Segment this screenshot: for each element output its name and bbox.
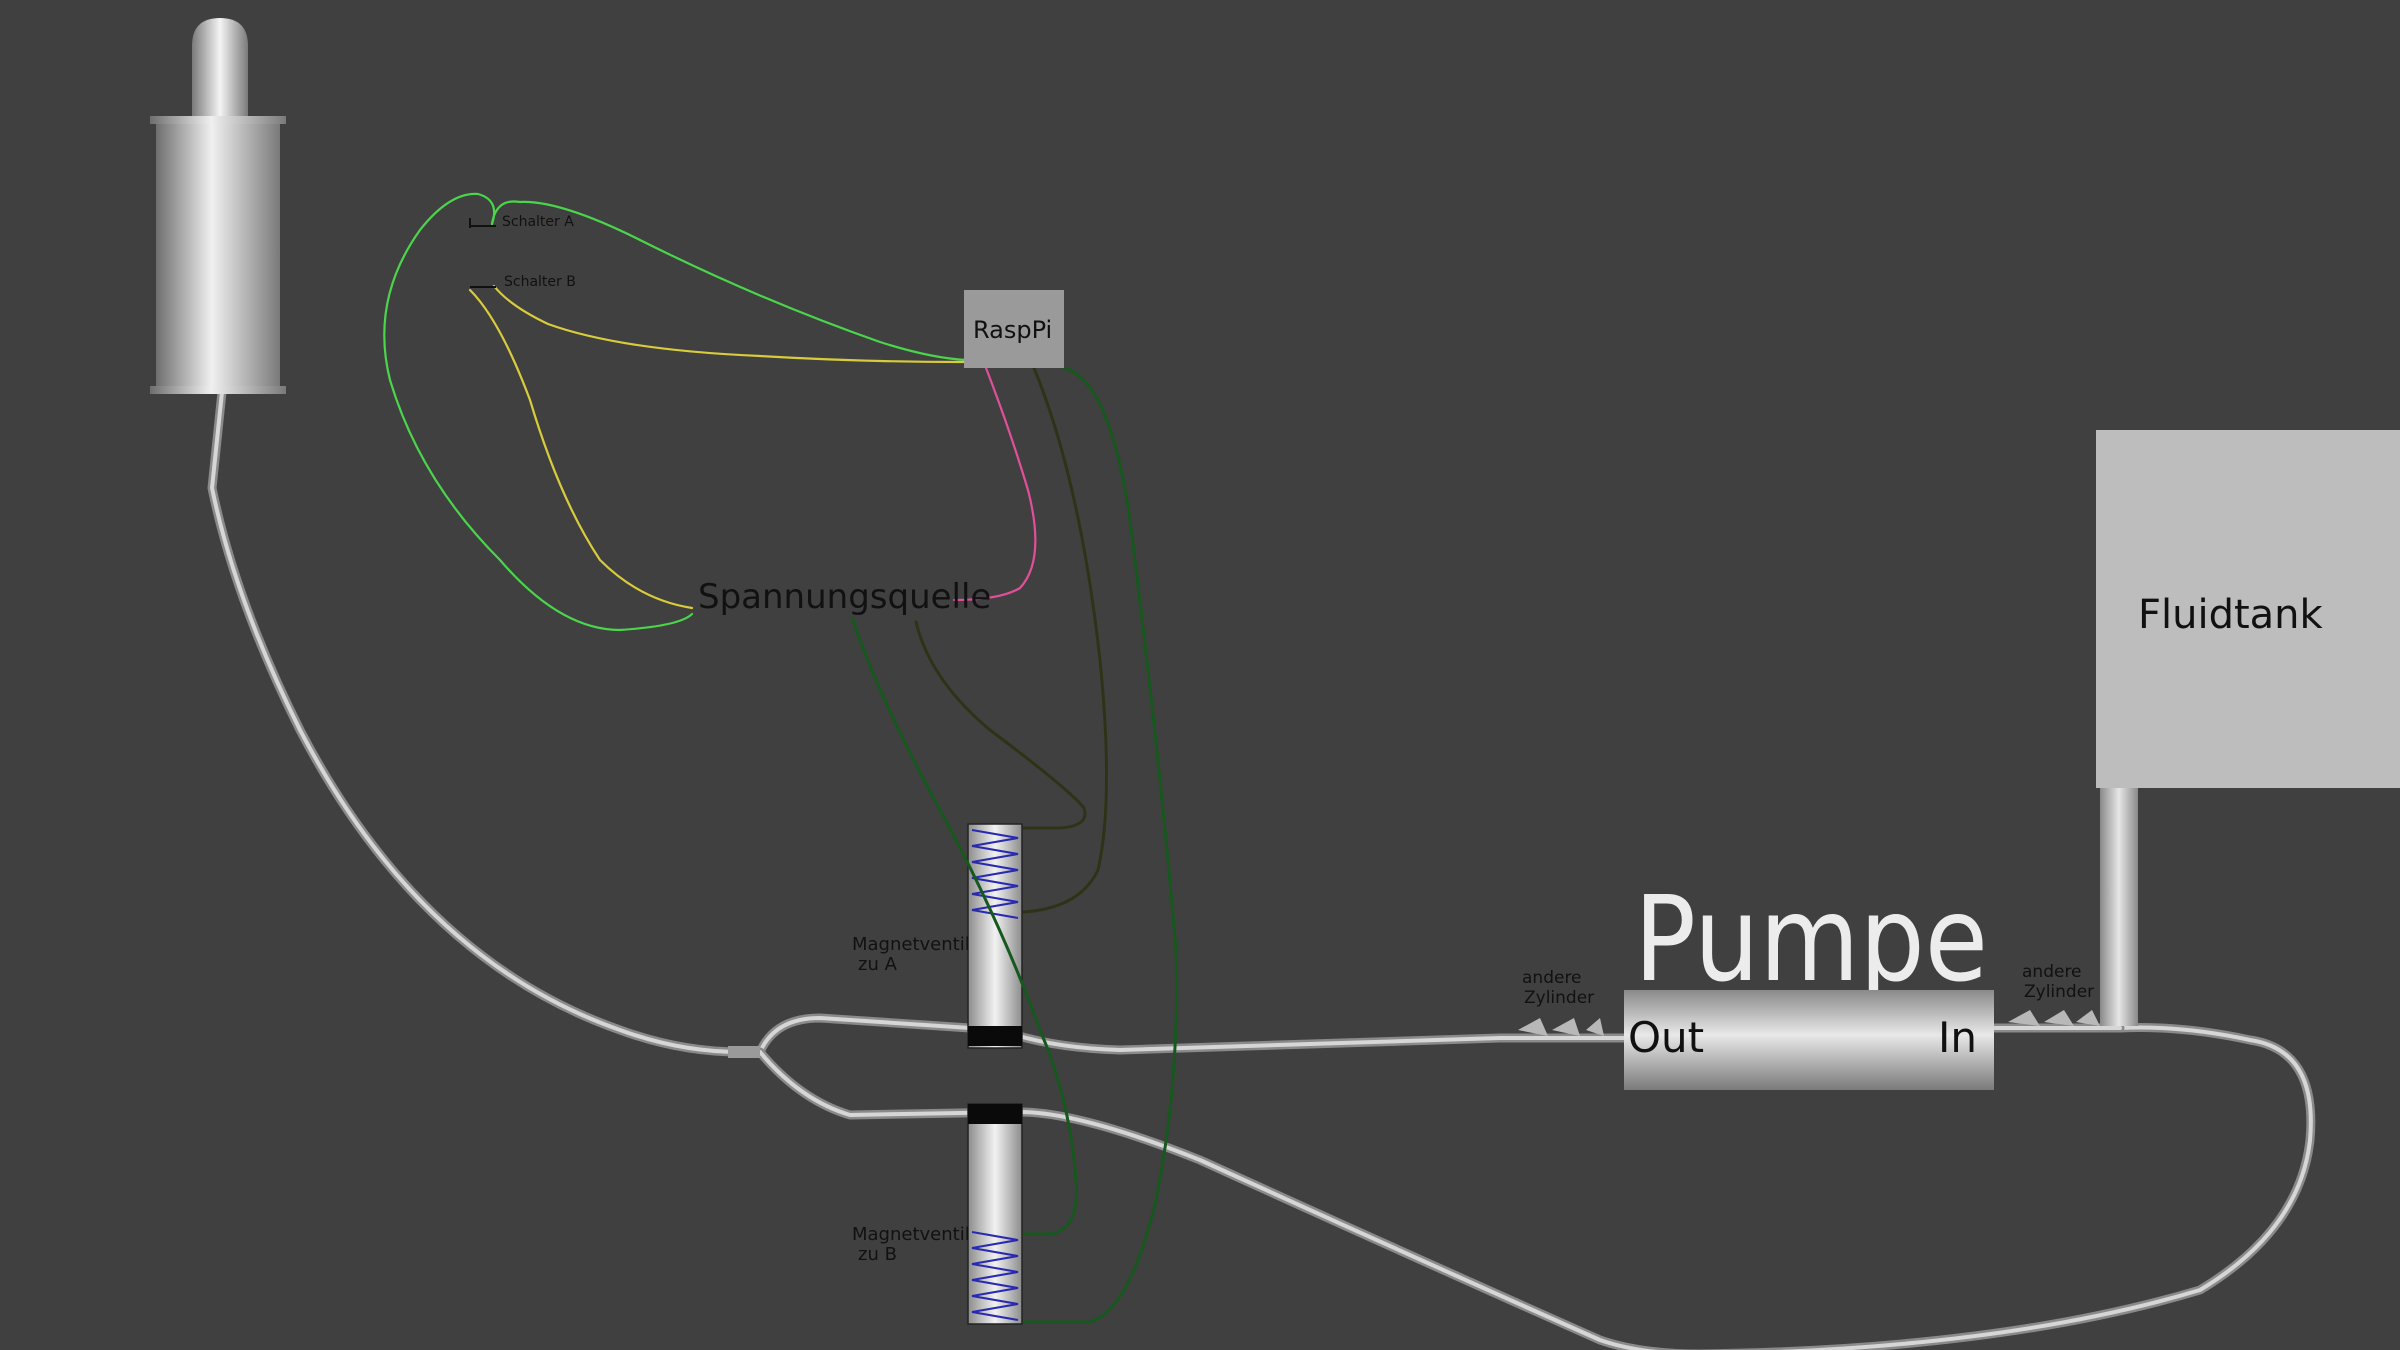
y-junction [728,1046,760,1058]
solenoid-valve-a [967,823,1023,1049]
switch-a-label: Schalter A [502,214,574,230]
valve-a-label-1: Magnetventil [852,934,970,955]
cylinder-top-flange [150,116,286,124]
other-cylinders-left-label-2: Zylinder [1524,988,1594,1008]
wire-olive-power-to-valve-a [914,620,1087,830]
other-cylinders-left-label-1: andere [1522,968,1582,988]
power-source-label: Spannungsquelle [698,577,991,617]
wire-yellow-switch-b-to-raspi [492,284,968,364]
valve-a-seal [968,1026,1022,1046]
valve-b-seal [968,1104,1022,1124]
valve-a-label-2: zu A [858,954,898,975]
connector-other-cylinders-left [1518,1018,1604,1036]
wire-green-switch-a-to-power [383,192,694,632]
switch-b-label: Schalter B [504,274,576,290]
wire-darkgreen-raspi-to-valve-b [1022,366,1179,1324]
cylinder-bottom-flange [150,386,286,394]
cylinder-piston-rod [192,18,248,120]
other-cylinders-right-label-1: andere [2022,962,2082,982]
raspi-module: RaspPi [964,290,1064,368]
pump-in-label: In [1938,1013,1977,1062]
wire-olive-raspi-to-valve-a [1022,366,1109,914]
wire-pink-raspi-to-power [952,366,1037,602]
other-cylinders-right-label-2: Zylinder [2024,982,2094,1002]
raspi-label: RaspPi [973,316,1052,344]
switch-b: Schalter B [470,274,576,290]
hydraulic-cylinder [150,18,286,394]
hydraulic-tubes [207,387,2316,1350]
solenoid-valve-b [967,1103,1023,1325]
valve-b-label-1: Magnetventil [852,1224,970,1245]
pump-title: Pumpe [1634,870,1988,1008]
wire-yellow-switch-b-to-power [468,288,694,610]
valve-b-label-2: zu B [858,1244,897,1265]
switch-a: Schalter A [469,214,574,230]
fluid-tank-label: Fluidtank [2138,592,2324,638]
pump: Pumpe Out In [1624,870,1994,1090]
fluid-tank: Fluidtank [2096,430,2400,788]
cylinder-body [156,124,280,386]
tank-outlet-pipe [2100,788,2138,1026]
wire-darkgreen-power-to-valves [850,616,1078,1236]
hydraulic-diagram: Fluidtank Pumpe Out In andere Zylinder a… [150,18,2400,1350]
pump-out-label: Out [1628,1013,1704,1062]
